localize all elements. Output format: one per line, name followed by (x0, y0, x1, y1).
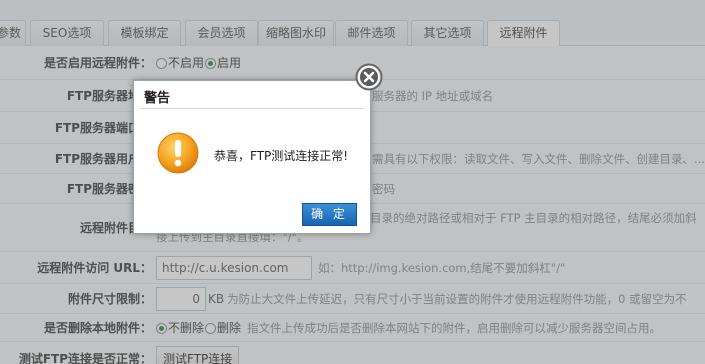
ok-button[interactable]: 确 定 (302, 203, 357, 226)
alert-dialog: 警告 恭喜，FTP测试连接正常! 确 定 (133, 80, 371, 234)
close-icon[interactable] (355, 63, 383, 91)
warning-icon (157, 132, 199, 174)
dialog-message: 恭喜，FTP测试连接正常! (214, 149, 349, 163)
dialog-title: 警告 (144, 91, 171, 106)
dialog-divider (140, 108, 364, 109)
